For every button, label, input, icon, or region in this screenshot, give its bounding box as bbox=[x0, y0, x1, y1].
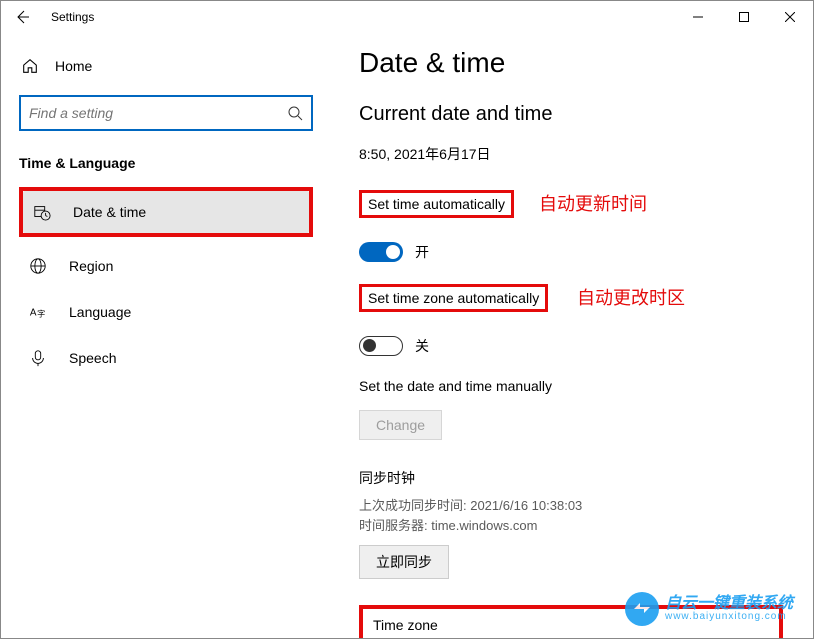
sync-server: 时间服务器: time.windows.com bbox=[359, 516, 783, 536]
page-title: Date & time bbox=[359, 47, 783, 79]
sync-last: 上次成功同步时间: 2021/6/16 10:38:03 bbox=[359, 496, 783, 516]
highlight-box-datetime: Date & time bbox=[19, 187, 313, 237]
window-title: Settings bbox=[51, 10, 94, 24]
minimize-icon bbox=[693, 12, 703, 22]
category-label: Time & Language bbox=[19, 155, 313, 171]
change-button: Change bbox=[359, 410, 442, 440]
language-icon: A字 bbox=[29, 303, 47, 321]
globe-icon bbox=[29, 257, 47, 275]
maximize-icon bbox=[739, 12, 749, 22]
toggle-set-time-auto[interactable] bbox=[359, 242, 403, 262]
nav-item-region[interactable]: Region bbox=[19, 245, 313, 287]
annotation-set-time-auto: 自动更新时间 bbox=[539, 190, 647, 216]
close-icon bbox=[785, 12, 795, 22]
calendar-clock-icon bbox=[33, 203, 51, 221]
watermark-brand: 自云一键重装系统 bbox=[665, 596, 793, 612]
toggle-set-tz-auto[interactable] bbox=[359, 336, 403, 356]
sync-title: 同步时钟 bbox=[359, 468, 783, 488]
set-time-auto-label: Set time automatically bbox=[368, 196, 505, 212]
highlight-box-set-time-auto: Set time automatically bbox=[359, 190, 514, 218]
home-label: Home bbox=[55, 58, 92, 74]
nav-item-speech[interactable]: Speech bbox=[19, 337, 313, 379]
search-input-wrap[interactable] bbox=[19, 95, 313, 131]
watermark: 自云一键重装系统 www.baiyunxitong.com bbox=[625, 592, 793, 626]
nav-item-label: Language bbox=[69, 304, 131, 320]
home-icon bbox=[21, 57, 39, 75]
nav-item-label: Speech bbox=[69, 350, 116, 366]
current-datetime: 8:50, 2021年6月17日 bbox=[359, 144, 783, 164]
microphone-icon bbox=[29, 349, 47, 367]
nav-item-label: Date & time bbox=[73, 204, 146, 220]
section-heading-current: Current date and time bbox=[359, 103, 783, 126]
svg-text:A: A bbox=[30, 308, 37, 319]
sync-now-button[interactable]: 立即同步 bbox=[359, 545, 449, 579]
watermark-badge-icon bbox=[625, 592, 659, 626]
back-button[interactable] bbox=[11, 6, 33, 28]
svg-text:字: 字 bbox=[37, 309, 45, 319]
annotation-set-tz-auto: 自动更改时区 bbox=[577, 284, 685, 310]
search-icon bbox=[287, 105, 303, 121]
watermark-domain: www.baiyunxitong.com bbox=[665, 612, 793, 622]
search-input[interactable] bbox=[29, 105, 287, 121]
toggle-state-set-time-auto: 开 bbox=[415, 242, 429, 262]
nav-item-language[interactable]: A字 Language bbox=[19, 291, 313, 333]
close-button[interactable] bbox=[767, 1, 813, 33]
set-tz-auto-label: Set time zone automatically bbox=[368, 290, 539, 306]
home-nav[interactable]: Home bbox=[19, 49, 313, 91]
maximize-button[interactable] bbox=[721, 1, 767, 33]
manual-label: Set the date and time manually bbox=[359, 378, 783, 394]
nav-item-date-time[interactable]: Date & time bbox=[23, 191, 309, 233]
nav-item-label: Region bbox=[69, 258, 113, 274]
back-arrow-icon bbox=[14, 9, 30, 25]
toggle-state-set-tz-auto: 关 bbox=[415, 336, 429, 356]
highlight-box-set-tz-auto: Set time zone automatically bbox=[359, 284, 548, 312]
minimize-button[interactable] bbox=[675, 1, 721, 33]
